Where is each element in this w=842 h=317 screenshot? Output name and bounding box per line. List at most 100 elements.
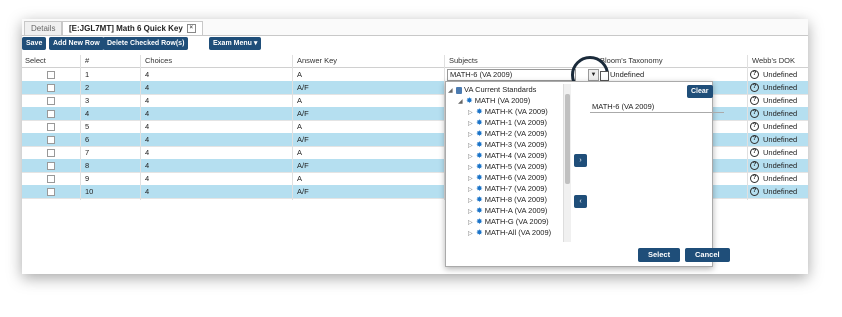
help-icon[interactable]: ? [750,96,759,105]
row-choices[interactable]: 4 [145,94,149,107]
col-choices: Choices [145,56,173,65]
row-choices[interactable]: 4 [145,68,149,81]
tree-item[interactable]: ▷ ✸ MATH-5 (VA 2009) [468,161,547,172]
tab-details[interactable]: Details [24,21,63,35]
tree-item[interactable]: ▷ ✸ MATH-A (VA 2009) [468,205,547,216]
clear-button[interactable]: Clear [687,85,713,98]
tree-item[interactable]: ▷ ✸ MATH-7 (VA 2009) [468,183,547,194]
row-choices[interactable]: 4 [145,133,149,146]
help-icon[interactable]: ? [750,122,759,131]
save-button[interactable]: Save [22,37,47,50]
subjects-combobox[interactable]: MATH-6 (VA 2009) [447,69,576,81]
row-checkbox[interactable] [47,123,55,131]
row-checkbox[interactable] [47,97,55,105]
help-icon[interactable]: ? [750,83,759,92]
help-icon[interactable]: ? [750,70,759,79]
row-answer[interactable]: A [297,68,302,81]
row-choices[interactable]: 4 [145,159,149,172]
row-webb[interactable]: Undefined [763,172,797,185]
filter-icon[interactable] [600,71,609,81]
row-choices[interactable]: 4 [145,120,149,133]
row-num: 4 [85,109,90,118]
delete-checked-rows-button[interactable]: Delete Checked Row(s) [103,37,189,50]
row-answer[interactable]: A/F [297,107,309,120]
bloom-value[interactable]: Undefined [610,69,644,81]
row-answer[interactable]: A/F [297,81,309,94]
row-webb[interactable]: Undefined [763,146,797,159]
row-answer[interactable]: A [297,146,302,159]
help-icon[interactable]: ? [750,187,759,196]
col-bloom: Bloom's Taxonomy [600,56,663,65]
select-button[interactable]: Select [638,248,681,262]
scroll-thumb[interactable] [565,94,570,184]
tree-item[interactable]: ▷ ✸ MATH-6 (VA 2009) [468,172,547,183]
standard-icon: ✸ [476,151,483,160]
row-webb[interactable]: Undefined [763,185,797,198]
tree-scrollbar[interactable] [563,84,571,242]
row-checkbox[interactable] [47,188,55,196]
row-answer[interactable]: A [297,120,302,133]
row-webb[interactable]: Undefined [763,81,797,94]
row-checkbox[interactable] [47,162,55,170]
row-checkbox[interactable] [47,71,55,79]
move-left-icon[interactable]: ‹ [574,195,587,208]
row-answer[interactable]: A/F [297,133,309,146]
row-webb[interactable]: Undefined [763,133,797,146]
row-choices[interactable]: 4 [145,81,149,94]
row-choices[interactable]: 4 [145,185,149,198]
tab-bar: Details [E:JGL7MT] Math 6 Quick Key × [22,19,808,36]
row-webb[interactable]: Undefined [763,120,797,133]
help-icon[interactable]: ? [750,135,759,144]
tree-group[interactable]: ◢ ✸ MATH (VA 2009) [458,95,530,106]
move-right-icon[interactable]: › [574,154,587,167]
row-num: 6 [85,135,90,144]
row-num: 1 [85,70,90,79]
row-checkbox[interactable] [47,110,55,118]
tree-item[interactable]: ▷ ✸ MATH-2 (VA 2009) [468,128,547,139]
collapse-icon[interactable]: ◢ [458,97,466,108]
row-answer[interactable]: A [297,172,302,185]
column-divider [140,55,141,200]
cancel-button[interactable]: Cancel [685,248,730,262]
tree-item[interactable]: ▷ ✸ MATH-8 (VA 2009) [468,194,547,205]
row-answer[interactable]: A [297,94,302,107]
close-icon[interactable]: × [186,24,196,34]
tab-quick-key[interactable]: [E:JGL7MT] Math 6 Quick Key × [62,21,203,35]
row-checkbox[interactable] [47,136,55,144]
help-icon[interactable]: ? [750,161,759,170]
tree-item[interactable]: ▷ ✸ MATH-1 (VA 2009) [468,117,547,128]
tree-root[interactable]: ◢ VA Current Standards [448,84,536,95]
selected-subject[interactable]: MATH-6 (VA 2009) [590,101,724,113]
collapse-icon[interactable]: ◢ [448,86,456,97]
exam-menu-button[interactable]: Exam Menu ▾ [209,37,262,50]
row-webb[interactable]: Undefined [763,94,797,107]
database-icon [456,86,462,94]
row-answer[interactable]: A/F [297,159,309,172]
column-divider [292,55,293,200]
tree-item[interactable]: ▷ ✸ MATH-4 (VA 2009) [468,150,547,161]
col-select: Select [25,56,46,65]
add-new-row-button[interactable]: Add New Row [49,37,104,50]
row-checkbox[interactable] [47,149,55,157]
row-choices[interactable]: 4 [145,172,149,185]
row-webb[interactable]: Undefined [763,68,797,81]
standard-icon: ✸ [476,206,483,215]
row-choices[interactable]: 4 [145,107,149,120]
tree-item[interactable]: ▷ ✸ MATH-All (VA 2009) [468,227,551,238]
col-subjects: Subjects [449,56,478,65]
help-icon[interactable]: ? [750,174,759,183]
row-num: 8 [85,161,90,170]
quick-key-window: Details [E:JGL7MT] Math 6 Quick Key × Sav… [22,19,808,274]
help-icon[interactable]: ? [750,148,759,157]
tree-item[interactable]: ▷ ✸ MATH-K (VA 2009) [468,106,548,117]
row-checkbox[interactable] [47,84,55,92]
tree-item[interactable]: ▷ ✸ MATH-3 (VA 2009) [468,139,547,150]
tree-item[interactable]: ▷ ✸ MATH-G (VA 2009) [468,216,549,227]
row-choices[interactable]: 4 [145,146,149,159]
row-webb[interactable]: Undefined [763,107,797,120]
row-answer[interactable]: A/F [297,185,309,198]
expand-icon[interactable]: ▷ [468,229,476,240]
help-icon[interactable]: ? [750,109,759,118]
row-webb[interactable]: Undefined [763,159,797,172]
row-checkbox[interactable] [47,175,55,183]
